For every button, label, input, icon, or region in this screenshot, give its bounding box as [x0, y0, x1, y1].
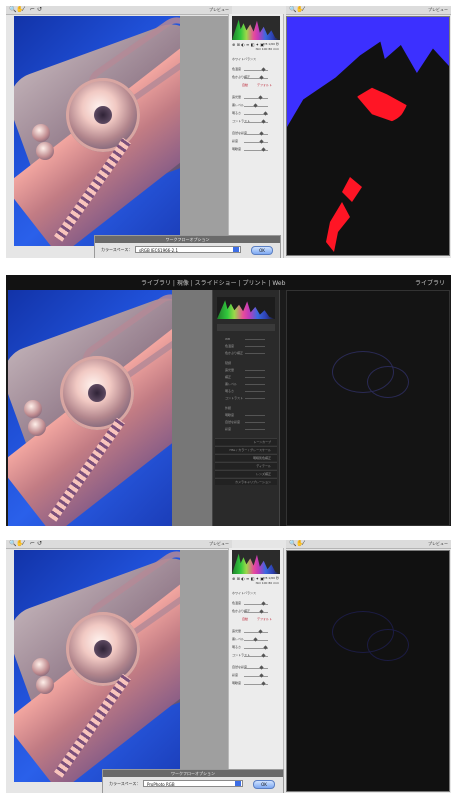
- recovery-row[interactable]: 補正: [217, 374, 275, 380]
- section-camera-calibration[interactable]: カメラキャリブレーション: [215, 478, 277, 485]
- preview-label[interactable]: プレビュー: [428, 541, 448, 547]
- white-balance-row[interactable]: ホワイトバランス: [232, 56, 280, 62]
- blacks-row[interactable]: 黒レベル: [217, 381, 275, 387]
- clarity-row[interactable]: 明瞭度: [232, 680, 280, 686]
- mask-toolbar: 🔍 ✋ ⁄ プレビュー: [286, 540, 451, 549]
- clarity-row[interactable]: 明瞭度: [217, 412, 275, 418]
- lr-develop-panel: WB 色温度 色かぶり補正 階調 露光量 補正 黒レベル 明るさ コントラスト …: [212, 290, 280, 526]
- colorspace-select[interactable]: sRGB IEC61966-2.1: [135, 246, 241, 253]
- colorspace-select[interactable]: ProPhoto RGB: [143, 780, 243, 787]
- histogram: [217, 297, 275, 319]
- brightness-row[interactable]: 明るさ: [232, 644, 280, 650]
- blacks-row[interactable]: 黒レベル: [232, 636, 280, 642]
- auto-default-row[interactable]: 自動 デフォルト: [232, 82, 280, 88]
- mask-toolbar: 🔍 ✋ ⁄ プレビュー: [286, 6, 451, 15]
- rotate-left-icon[interactable]: ↺: [37, 541, 42, 547]
- dialog-title: ワークフローオプション: [103, 770, 283, 777]
- rotate-left-icon[interactable]: ↺: [37, 7, 42, 13]
- rgb-readout: f/8 1/60 秒 ISO 100 80 mm: [255, 42, 279, 51]
- ok-button[interactable]: OK: [251, 246, 273, 255]
- preview-label[interactable]: プレビュー: [209, 7, 229, 13]
- eyedropper-icon[interactable]: ⁄: [23, 541, 24, 547]
- chevron-down-icon: [235, 781, 241, 786]
- tint-row[interactable]: 色かぶり補正: [217, 350, 275, 356]
- workflow-options-dialog: ワークフローオプション カラースペース： ProPhoto RGB OK: [102, 769, 284, 793]
- section-hsl[interactable]: HSL / カラー / グレースケール: [215, 446, 277, 453]
- chevron-down-icon: [233, 247, 239, 252]
- blacks-row[interactable]: 黒レベル: [232, 102, 280, 108]
- photo-preview: [8, 290, 172, 526]
- exposure-row[interactable]: 露光量: [232, 628, 280, 634]
- crop-icon[interactable]: ⌐: [30, 7, 35, 13]
- temperature-row[interactable]: 色温度: [217, 343, 275, 349]
- clipping-mask-view: [286, 290, 450, 526]
- acr-toolbar: 🔍 ✋ ⁄ ⌐ ↺ プレビュー: [6, 6, 232, 15]
- histogram: [232, 550, 280, 574]
- vibrance-row[interactable]: 自然な彩度: [217, 419, 275, 425]
- exposure-row[interactable]: 露光量: [217, 367, 275, 373]
- acr-side-panel: ⊕ ⊞ ◐ ≡ ◧ ✦ ▣ f/8 1/60 秒 ISO 100 80 mm ホ…: [228, 14, 284, 258]
- eyedropper-icon[interactable]: ⁄: [23, 7, 24, 13]
- temperature-row[interactable]: 色温度: [232, 600, 280, 606]
- tone-row: 階調: [225, 361, 232, 365]
- acr-panel-srgb: 🔍 ✋ ⁄ ⌐ ↺ プレビュー 🔍 ✋ ⁄ プレビュー ⊕ ⊞ ◐ ≡ ◧ ✦ …: [6, 6, 451, 258]
- colorspace-label: カラースペース：: [109, 781, 141, 786]
- section-split-toning[interactable]: 明暗別色補正: [215, 454, 277, 461]
- crop-icon[interactable]: ⌐: [30, 541, 35, 547]
- vibrance-row[interactable]: 自然な彩度: [232, 664, 280, 670]
- saturation-row[interactable]: 彩度: [232, 672, 280, 678]
- brightness-row[interactable]: 明るさ: [232, 110, 280, 116]
- lr-tool-strip[interactable]: [217, 324, 275, 331]
- vibrance-row[interactable]: 自然な彩度: [232, 130, 280, 136]
- white-balance-row[interactable]: ホワイトバランス: [232, 590, 280, 596]
- histogram: [232, 16, 280, 40]
- acr-side-panel: ⊕ ⊞ ◐ ≡ ◧ ✦ ▣ f/8 1/60 秒 ISO 100 80 mm ホ…: [228, 548, 284, 793]
- preview-label[interactable]: プレビュー: [428, 7, 448, 13]
- saturation-row[interactable]: 彩度: [217, 426, 275, 432]
- eyedropper-icon[interactable]: ⁄: [303, 541, 304, 547]
- section-tone-curve[interactable]: トーンカーブ: [215, 438, 277, 445]
- photo-preview: [14, 16, 180, 246]
- clarity-row[interactable]: 明瞭度: [232, 146, 280, 152]
- clipping-mask-view: [286, 550, 450, 792]
- brightness-row[interactable]: 明るさ: [217, 388, 275, 394]
- lightroom-panel: ライブラリ | 現像 | スライドショー | プリント | Web ライブラリ …: [6, 275, 451, 526]
- tint-row[interactable]: 色かぶり補正: [232, 608, 280, 614]
- acr-panel-prophoto: 🔍 ✋ ⁄ ⌐ ↺ プレビュー 🔍 ✋ ⁄ プレビュー ⊕ ⊞ ◐ ≡ ◧ ✦ …: [6, 540, 451, 793]
- workflow-options-dialog: ワークフローオプション カラースペース： sRGB IEC61966-2.1 O…: [94, 235, 281, 258]
- module-bar: ライブラリ | 現像 | スライドショー | プリント | Web ライブラリ: [6, 275, 451, 290]
- wb-row[interactable]: WB: [217, 336, 275, 342]
- auto-default-row[interactable]: 自動 デフォルト: [232, 616, 280, 622]
- module-right-label[interactable]: ライブラリ: [415, 278, 445, 287]
- clipping-mask-view: [286, 16, 450, 256]
- section-lens[interactable]: レンズ補正: [215, 470, 277, 477]
- temperature-row[interactable]: 色温度: [232, 66, 280, 72]
- ok-button[interactable]: OK: [253, 780, 275, 789]
- contrast-row[interactable]: コントラスト: [217, 395, 275, 401]
- preview-label[interactable]: プレビュー: [209, 541, 229, 547]
- exposure-row[interactable]: 露光量: [232, 94, 280, 100]
- colorspace-label: カラースペース：: [101, 247, 133, 252]
- rgb-readout: f/8 1/60 秒 ISO 100 80 mm: [255, 576, 279, 585]
- photo-preview: [14, 550, 180, 782]
- contrast-row[interactable]: コントラスト: [232, 652, 280, 658]
- contrast-row[interactable]: コントラスト: [232, 118, 280, 124]
- module-picker[interactable]: ライブラリ | 現像 | スライドショー | プリント | Web: [141, 278, 285, 287]
- eyedropper-icon[interactable]: ⁄: [303, 7, 304, 13]
- section-detail[interactable]: ディテール: [215, 462, 277, 469]
- tint-row[interactable]: 色かぶり補正: [232, 74, 280, 80]
- acr-toolbar: 🔍 ✋ ⁄ ⌐ ↺ プレビュー: [6, 540, 232, 549]
- presence-row: 外観: [225, 406, 232, 410]
- saturation-row[interactable]: 彩度: [232, 138, 280, 144]
- dialog-title: ワークフローオプション: [95, 236, 280, 243]
